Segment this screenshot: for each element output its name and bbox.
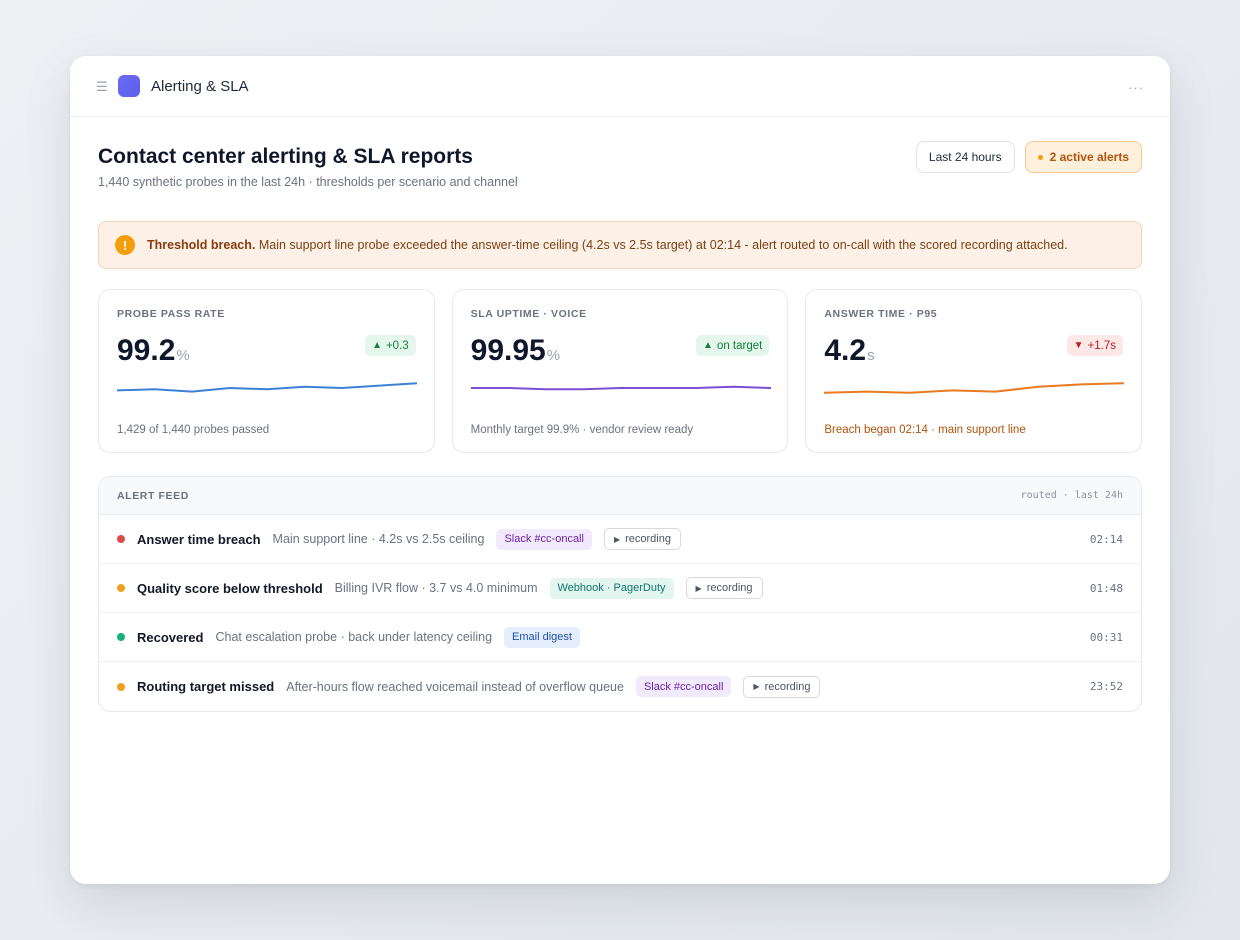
app-title: Alerting & SLA [151, 77, 249, 95]
more-options-icon[interactable]: ··· [1128, 80, 1144, 95]
route-tag[interactable]: Webhook · PagerDuty [549, 577, 674, 599]
alert-feed-meta: routed · last 24h [1020, 490, 1123, 501]
menu-icon[interactable]: ☰ [96, 80, 108, 93]
triangle-up-icon: ▲ [372, 340, 382, 351]
alert-feed-header: ALERT FEED routed · last 24h [99, 477, 1141, 515]
alert-description: After-hours flow reached voicemail inste… [286, 679, 624, 694]
banner-message: Main support line probe exceeded the ans… [255, 238, 1068, 252]
active-alerts-button[interactable]: 2 active alerts [1024, 141, 1142, 173]
app-logo [118, 75, 140, 97]
alert-title: Answer time breach [137, 531, 261, 547]
alert-feed-rows: Answer time breach Main support line · 4… [99, 515, 1141, 711]
recording-button[interactable]: ▶ recording [743, 675, 821, 698]
banner-strong: Threshold breach. [147, 238, 256, 252]
header-actions: Last 24 hours 2 active alerts [915, 141, 1142, 173]
recording-label: recording [764, 680, 811, 693]
recording-button[interactable]: ▶ recording [685, 577, 763, 599]
page-header: Contact center alerting & SLA reports 1,… [98, 141, 1142, 207]
active-alerts-label: 2 active alerts [1049, 150, 1129, 164]
metric-footnote: 1,429 of 1,440 probes passed [117, 424, 270, 436]
triangle-down-icon: ▼ [1073, 340, 1084, 351]
warning-icon: ! [115, 235, 135, 255]
recording-label: recording [625, 533, 671, 545]
sparkline-path [470, 385, 771, 391]
alert-feed: ALERT FEED routed · last 24h Answer time… [98, 476, 1142, 712]
banner-text: Threshold breach. Main support line prob… [147, 238, 1068, 252]
sparkline-path [117, 382, 417, 393]
metric-delta-badge: ▲ on target [696, 335, 770, 356]
route-tag[interactable]: Slack #cc-oncall [635, 676, 732, 697]
metric-number: 99.2 [117, 334, 176, 367]
metric-footnote: Breach began 02:14 · main support line [824, 424, 1026, 436]
alert-dot-icon [1037, 154, 1043, 160]
alert-description: Billing IVR flow · 3.7 vs 4.0 minimum [334, 581, 538, 595]
app-window: ☰ Alerting & SLA ··· Contact center aler… [70, 56, 1170, 884]
metric-number: 99.95 [470, 334, 546, 367]
page-title: Contact center alerting & SLA reports [98, 145, 473, 168]
metric-label: PROBE PASS RATE [117, 308, 225, 320]
top-bar: ☰ Alerting & SLA ··· [70, 56, 1170, 117]
sparkline-path [824, 382, 1125, 394]
alert-title: Quality score below threshold [137, 580, 323, 596]
alert-row[interactable]: Routing target missed After-hours flow r… [99, 662, 1141, 711]
metric-sparkline [470, 385, 771, 391]
metric-unit: s [867, 347, 875, 364]
time-range-button[interactable]: Last 24 hours [915, 141, 1015, 173]
alert-description: Chat escalation probe · back under laten… [215, 630, 493, 644]
alert-description: Main support line · 4.2s vs 2.5s ceiling [272, 532, 485, 546]
play-icon: ▶ [753, 682, 760, 691]
recording-button[interactable]: ▶ recording [603, 528, 681, 550]
metric-delta: on target [716, 339, 763, 352]
threshold-breach-banner: ! Threshold breach. Main support line pr… [98, 221, 1142, 269]
metric-sparkline [117, 382, 417, 393]
alert-title: Routing target missed [137, 679, 275, 694]
status-dot-icon [117, 584, 125, 592]
page-subtitle: 1,440 synthetic probes in the last 24h ·… [98, 175, 518, 189]
route-tag[interactable]: Email digest [504, 626, 580, 648]
status-dot-icon [117, 535, 125, 543]
alert-row[interactable]: Recovered Chat escalation probe · back u… [99, 613, 1141, 662]
play-icon: ▶ [613, 534, 621, 544]
metric-unit: % [176, 347, 190, 364]
status-dot-icon [117, 682, 125, 691]
alert-time: 01:48 [1089, 581, 1123, 595]
metric-footnote: Monthly target 99.9% · vendor review rea… [470, 424, 694, 436]
main-content: Contact center alerting & SLA reports 1,… [70, 117, 1170, 712]
metric-card: ANSWER TIME · P95 4.2s ▼ +1.7s Breach beg… [805, 289, 1143, 453]
metric-card: SLA UPTIME · VOICE 99.95% ▲ on target Mon… [451, 289, 789, 453]
alert-time: 00:31 [1089, 630, 1123, 644]
recording-label: recording [706, 582, 753, 594]
metric-card: PROBE PASS RATE 99.2% ▲ +0.3 1,429 of 1,4… [98, 289, 435, 453]
status-dot-icon [117, 633, 125, 641]
metric-delta: +1.7s [1087, 339, 1117, 352]
metric-delta-badge: ▼ +1.7s [1066, 335, 1124, 356]
metric-cards: PROBE PASS RATE 99.2% ▲ +0.3 1,429 of 1,4… [98, 289, 1143, 453]
metric-delta: +0.3 [385, 339, 409, 352]
alert-row[interactable]: Answer time breach Main support line · 4… [99, 515, 1141, 564]
alert-time: 23:52 [1089, 680, 1123, 693]
triangle-up-icon: ▲ [703, 340, 713, 351]
route-tag[interactable]: Slack #cc-oncall [496, 528, 592, 550]
metric-delta-badge: ▲ +0.3 [365, 335, 416, 356]
metric-label: SLA UPTIME · VOICE [470, 308, 587, 320]
metric-sparkline [824, 382, 1125, 394]
alert-feed-title: ALERT FEED [117, 489, 189, 502]
alert-title: Recovered [137, 629, 204, 645]
play-icon: ▶ [695, 583, 702, 593]
metric-unit: % [546, 347, 561, 364]
metric-number: 4.2 [824, 334, 867, 367]
alert-row[interactable]: Quality score below threshold Billing IV… [99, 564, 1141, 613]
metric-label: ANSWER TIME · P95 [824, 308, 938, 320]
alert-time: 02:14 [1089, 532, 1123, 546]
